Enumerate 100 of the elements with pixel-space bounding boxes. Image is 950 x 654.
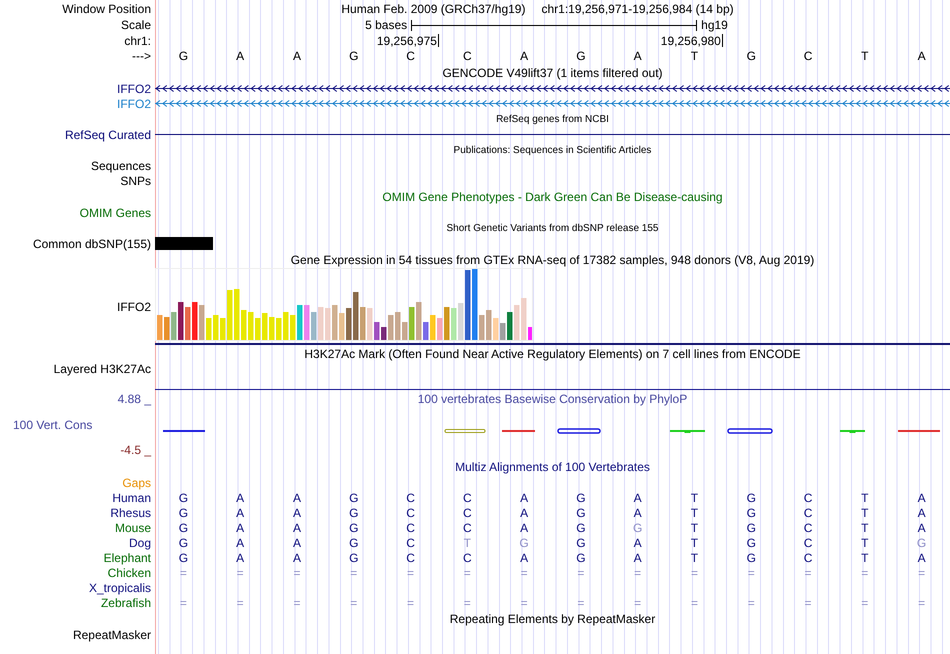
expression-bar (360, 307, 366, 340)
track-title: Gene Expression in 54 tissues from GTEx RNA-seq of 17382 samples, 948 donors (V8, Aug 2019) (290, 252, 814, 266)
track-label: 100 Vert. Cons (12, 417, 94, 434)
base-letter: A (918, 506, 926, 520)
track-label: RefSeq Curated (64, 128, 151, 142)
expression-bar (192, 302, 198, 340)
track-label: Gaps (122, 476, 151, 490)
base-letter: A (520, 506, 528, 520)
base-letter: G (178, 490, 188, 504)
expression-bar (472, 269, 478, 340)
expression-bar (465, 270, 470, 340)
track-label: OMIM Genes (80, 206, 151, 220)
expression-bar (423, 322, 428, 340)
base-letter: C (406, 536, 415, 550)
expression-bar (493, 318, 498, 340)
track-label: X_tropicalis (88, 580, 151, 594)
base-letter: G (519, 536, 529, 550)
track-title: H3K27Ac Mark (Often Found Near Active Regulatory Elements) on 7 cell lines from ENCODE (304, 346, 801, 360)
base-letter: G (178, 506, 188, 520)
expression-bar (171, 312, 176, 340)
track-title: Short Genetic Variants from dbSNP release 155 (446, 222, 658, 234)
track-label: RepeatMasker (72, 628, 151, 642)
base-letter: G (746, 490, 756, 504)
base-letter: A (520, 490, 528, 504)
base-letter: G (576, 506, 586, 520)
expression-bar (269, 317, 274, 340)
coordinate-label: 19,256,975 (376, 34, 437, 48)
base-letter: = (520, 596, 528, 610)
assembly-name: hg19 (701, 18, 728, 32)
expression-bar (227, 290, 232, 340)
track-title: RefSeq genes from NCBI (496, 114, 609, 124)
base-letter: = (804, 596, 812, 610)
track-label: Sequences (90, 158, 151, 172)
base-letter: G (746, 506, 756, 520)
base-letter: C (406, 49, 415, 63)
base-letter: = (748, 596, 755, 610)
expression-bar (339, 313, 344, 340)
track-title: Repeating Elements by RepeatMasker (450, 612, 656, 626)
expression-bar (157, 315, 162, 340)
base-letter: T (861, 490, 868, 504)
track-title: Multiz Alignments of 100 Vertebrates (455, 460, 650, 474)
base-letter: C (804, 520, 812, 534)
expression-bar (458, 303, 464, 340)
expression-bar (311, 312, 316, 340)
base-letter: A (918, 49, 926, 63)
base-letter: G (178, 49, 188, 63)
base-letter: A (236, 490, 244, 504)
base-letter: T (861, 550, 868, 564)
base-letter: A (236, 520, 244, 534)
base-letter: G (349, 506, 358, 520)
expression-bar (437, 318, 442, 340)
expression-bar (402, 322, 408, 340)
base-letter: = (236, 566, 244, 580)
base-letter: = (293, 566, 300, 580)
track-label: ---> (132, 49, 151, 63)
base-letter: = (634, 566, 642, 580)
track-label: Chicken (108, 566, 151, 580)
expression-bar (276, 318, 282, 340)
base-letter: = (464, 596, 471, 610)
expression-bar (332, 305, 338, 340)
base-letter: T (690, 520, 698, 534)
base-letter: = (293, 596, 300, 610)
expression-bar (220, 318, 226, 340)
base-letter: A (292, 536, 301, 550)
base-letter: C (406, 506, 415, 520)
expression-bar (451, 308, 456, 340)
base-letter: A (918, 520, 926, 534)
base-letter: T (690, 490, 698, 504)
expression-bar (395, 312, 400, 340)
expression-bar (262, 313, 268, 340)
base-letter: G (178, 536, 188, 550)
tick-mark (438, 34, 439, 47)
track-title: GENCODE V49lift37 (1 items filtered out) (442, 66, 663, 80)
base-letter: G (178, 550, 188, 564)
expression-bar (290, 315, 296, 340)
expression-bar (374, 322, 380, 340)
base-letter: = (407, 596, 414, 610)
base-letter: G (576, 520, 586, 534)
base-letter: = (748, 566, 755, 580)
base-letter: T (690, 550, 698, 564)
expression-bar (199, 305, 204, 340)
base-letter: C (804, 490, 812, 504)
base-letter: = (804, 566, 812, 580)
expression-bar (346, 308, 352, 340)
track-label: Mouse (114, 520, 151, 534)
expression-bar (409, 307, 414, 340)
axis-label: 4.88 _ (118, 391, 152, 408)
base-letter: C (462, 49, 472, 63)
base-letter: G (746, 550, 756, 564)
base-letter: C (406, 520, 415, 534)
base-letter: = (918, 566, 926, 580)
expression-bar (255, 318, 260, 340)
base-letter: G (746, 536, 756, 550)
expression-bar (325, 308, 330, 340)
base-letter: T (690, 536, 698, 550)
expression-bar (304, 305, 310, 340)
base-letter: G (576, 49, 586, 63)
expression-bar (521, 298, 526, 340)
scale-length: 5 bases (365, 18, 408, 32)
base-letter: G (349, 536, 358, 550)
